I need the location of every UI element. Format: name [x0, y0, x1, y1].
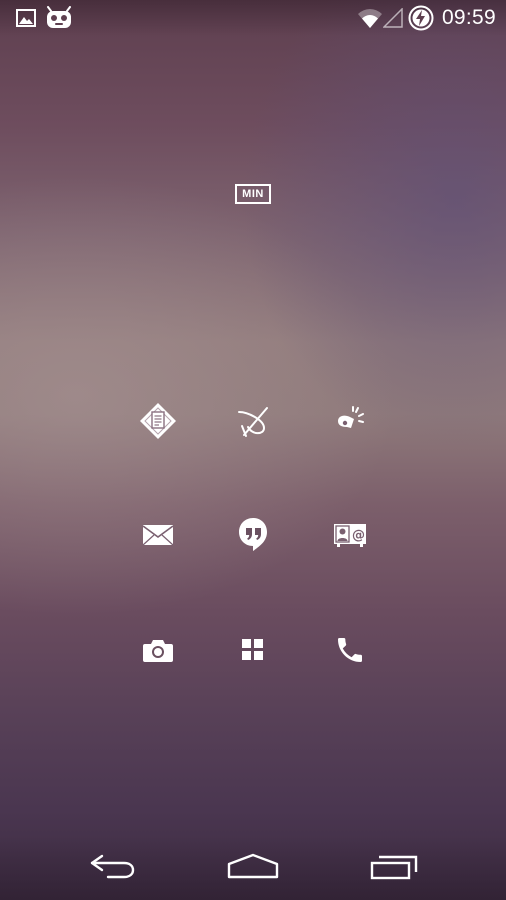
recents-button[interactable] [344, 836, 444, 900]
cyanogenmod-bugdroid-icon [44, 0, 74, 36]
camera-icon[interactable] [138, 630, 178, 670]
back-button[interactable] [62, 836, 162, 900]
cell-signal-icon [382, 0, 404, 36]
crossed-curve-icon[interactable] [233, 401, 273, 441]
home-button[interactable] [203, 836, 303, 900]
wifi-icon [356, 0, 384, 36]
min-widget[interactable]: MIN [235, 184, 271, 204]
diamond-doc-icon[interactable] [138, 401, 178, 441]
hangouts-icon[interactable] [233, 515, 273, 555]
mail-icon[interactable] [138, 515, 178, 555]
battery-charging-icon [407, 0, 435, 36]
svg-text:@: @ [352, 528, 365, 543]
status-clock: 09:59 [441, 6, 496, 29]
back-icon [88, 852, 136, 885]
contacts-icon[interactable]: @ [330, 515, 370, 555]
flashlight-icon[interactable] [330, 401, 370, 441]
home-icon [226, 852, 280, 885]
recents-icon [369, 852, 419, 885]
phone-icon[interactable] [330, 630, 370, 670]
grid-apps-icon[interactable] [233, 630, 273, 670]
image-icon [14, 0, 38, 36]
